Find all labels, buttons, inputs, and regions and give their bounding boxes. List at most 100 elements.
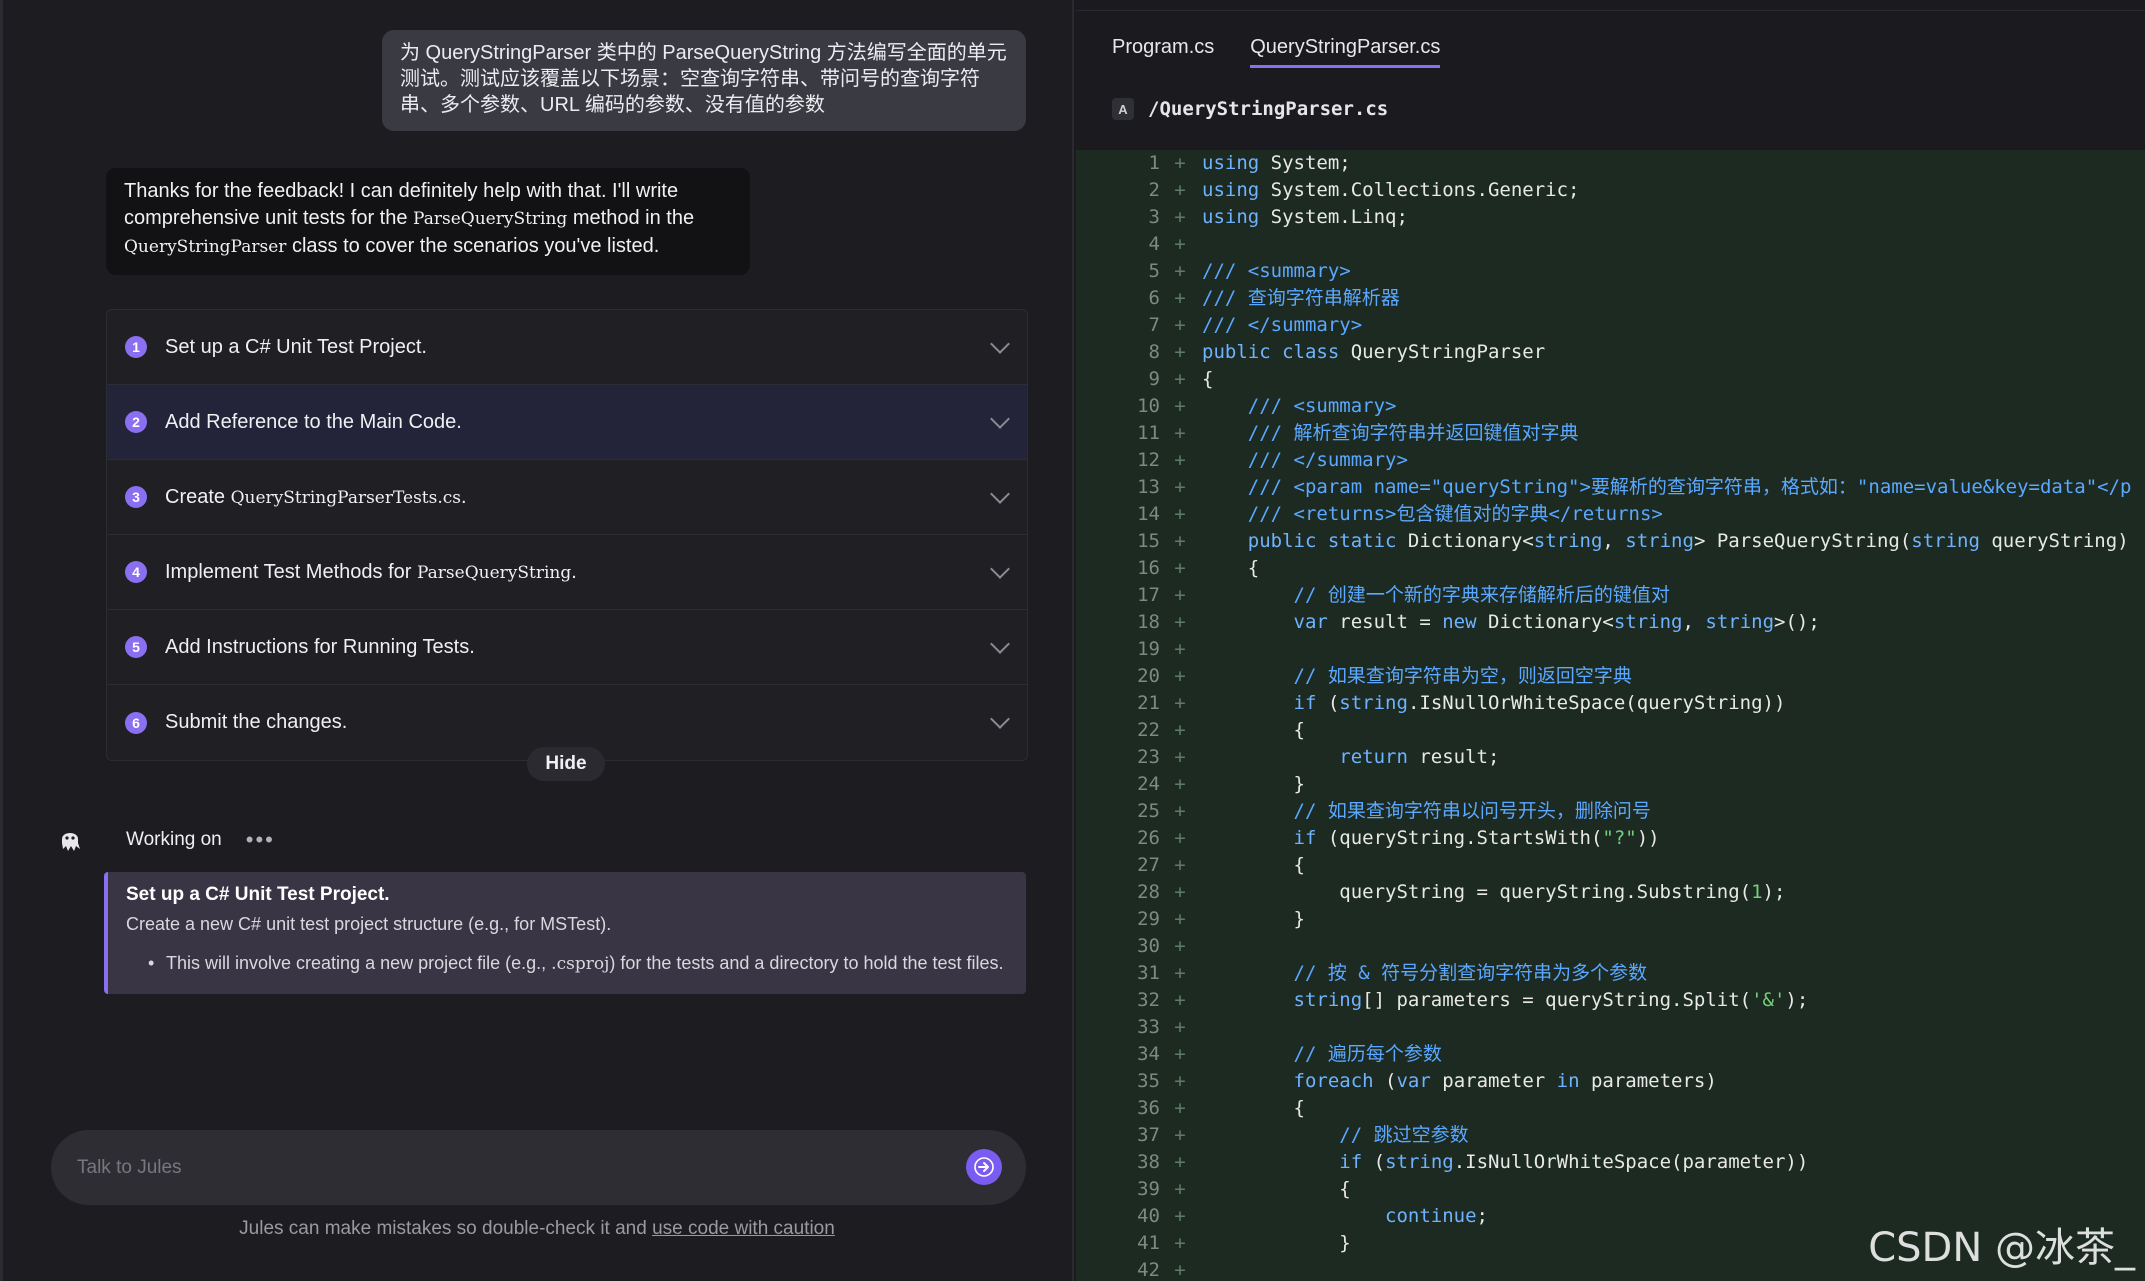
plan-step-5[interactable]: 5 Add Instructions for Running Tests. — [107, 610, 1027, 685]
added-line-marker: + — [1174, 152, 1186, 174]
plan-step-3[interactable]: 3 Create QueryStringParserTests.cs. — [107, 460, 1027, 535]
code-view[interactable]: 1 + using System; 2 + using System.Collection… — [1076, 150, 2145, 1281]
added-line-marker: + — [1174, 989, 1186, 1011]
code-text: { — [1202, 854, 1305, 876]
code-text: /// </summary> — [1202, 314, 1363, 336]
line-number: 16 — [1137, 557, 1160, 579]
hide-steps-button[interactable]: Hide — [527, 747, 605, 781]
added-line-marker: + — [1174, 854, 1186, 876]
chat-input-bar — [51, 1130, 1026, 1205]
line-number: 10 — [1137, 395, 1160, 417]
code-text: } — [1202, 1232, 1351, 1254]
added-line-marker: + — [1174, 368, 1186, 390]
added-line-marker: + — [1174, 800, 1186, 822]
added-line-marker: + — [1174, 773, 1186, 795]
code-text: { — [1202, 719, 1305, 741]
line-number: 23 — [1137, 746, 1160, 768]
code-text: { — [1202, 1097, 1305, 1119]
code-text: // 按 & 符号分割查询字符串为多个参数 — [1293, 962, 1648, 984]
added-line-marker: + — [1174, 449, 1186, 471]
chat-pane: 为 QueryStringParser 类中的 ParseQueryString… — [0, 0, 1074, 1281]
plan-step-1[interactable]: 1 Set up a C# Unit Test Project. — [107, 310, 1027, 385]
chevron-down-icon[interactable] — [990, 484, 1010, 504]
line-number: 1 — [1148, 152, 1160, 174]
chat-input[interactable] — [75, 1155, 959, 1180]
step-label: Add Instructions for Running Tests. — [165, 635, 475, 658]
line-number: 8 — [1148, 341, 1160, 363]
line-number: 24 — [1137, 773, 1160, 795]
code-text: using System.Linq; — [1202, 206, 1408, 228]
tab-program-cs[interactable]: Program.cs — [1112, 36, 1214, 68]
assistant-text-3: class to cover the scenarios you've list… — [286, 235, 660, 257]
added-line-marker: + — [1174, 341, 1186, 363]
send-button[interactable] — [966, 1149, 1002, 1185]
chevron-down-icon[interactable] — [990, 709, 1010, 729]
code-line: 14 + /// <returns>包含键值对的字典</returns> — [1076, 501, 2145, 528]
step-number: 3 — [125, 486, 147, 508]
working-status: Working on ••• — [56, 820, 275, 860]
caution-link[interactable]: use code with caution — [652, 1218, 835, 1239]
added-line-marker: + — [1174, 503, 1186, 525]
added-line-marker: + — [1174, 287, 1186, 309]
code-text: } — [1202, 908, 1305, 930]
code-text: { — [1202, 557, 1260, 579]
more-dots-icon[interactable]: ••• — [246, 827, 275, 853]
line-number: 17 — [1137, 584, 1160, 606]
step-number: 1 — [125, 336, 147, 358]
added-line-marker: + — [1174, 1232, 1186, 1254]
chevron-down-icon[interactable] — [990, 634, 1010, 654]
plan-step-2[interactable]: 2 Add Reference to the Main Code. — [107, 385, 1027, 460]
chevron-down-icon[interactable] — [990, 409, 1010, 429]
code-text: queryString = queryString.Substring(1); — [1202, 881, 1786, 903]
current-task-card: Set up a C# Unit Test Project. Create a … — [104, 872, 1026, 994]
added-line-marker: + — [1174, 692, 1186, 714]
line-number: 15 — [1137, 530, 1160, 552]
added-line-marker: + — [1174, 1070, 1186, 1092]
added-line-marker: + — [1174, 179, 1186, 201]
tab-querystringparser-cs[interactable]: QueryStringParser.cs — [1250, 36, 1441, 68]
added-line-marker: + — [1174, 746, 1186, 768]
added-line-marker: + — [1174, 206, 1186, 228]
added-line-marker: + — [1174, 530, 1186, 552]
code-text: { — [1202, 368, 1214, 390]
line-number: 9 — [1148, 368, 1160, 390]
code-text: { — [1202, 1178, 1351, 1200]
assistant-code-2: QueryStringParser — [124, 237, 287, 257]
code-line: 33 + — [1076, 1014, 2145, 1041]
added-line-marker: + — [1174, 1043, 1186, 1065]
code-line: 10 + /// <summary> — [1076, 393, 2145, 420]
line-number: 4 — [1148, 233, 1160, 255]
editor-pane: Program.cs QueryStringParser.cs A /Query… — [1076, 0, 2145, 1281]
line-number: 2 — [1148, 179, 1160, 201]
added-line-marker: + — [1174, 962, 1186, 984]
code-line: 35 + foreach (var parameter in parameters… — [1076, 1068, 2145, 1095]
plan-step-4[interactable]: 4 Implement Test Methods for ParseQueryS… — [107, 535, 1027, 610]
assistant-message: Thanks for the feedback! I can definitel… — [106, 168, 750, 275]
code-line: 22 + { — [1076, 717, 2145, 744]
code-line: 2 + using System.Collections.Generic; — [1076, 177, 2145, 204]
added-file-badge: A — [1112, 98, 1134, 120]
added-line-marker: + — [1174, 260, 1186, 282]
code-line: 29 + } — [1076, 906, 2145, 933]
working-label: Working on — [126, 829, 222, 850]
code-text: // 如果查询字符串以问号开头，删除问号 — [1293, 800, 1651, 822]
code-line: 34 + // 遍历每个参数 — [1076, 1041, 2145, 1068]
code-text: } — [1202, 773, 1305, 795]
line-number: 7 — [1148, 314, 1160, 336]
added-line-marker: + — [1174, 557, 1186, 579]
code-line: 16 + { — [1076, 555, 2145, 582]
added-line-marker: + — [1174, 1205, 1186, 1227]
user-message: 为 QueryStringParser 类中的 ParseQueryString… — [382, 30, 1026, 131]
code-text: /// <summary> — [1247, 395, 1397, 417]
code-text: /// <summary> — [1202, 260, 1351, 282]
chevron-down-icon[interactable] — [990, 334, 1010, 354]
code-line: 6 + /// 查询字符串解析器 — [1076, 285, 2145, 312]
jules-octopus-icon — [62, 833, 80, 851]
assistant-text-2: method in the — [567, 207, 695, 229]
code-line: 26 + if (queryString.StartsWith("?")) — [1076, 825, 2145, 852]
line-number: 41 — [1137, 1232, 1160, 1254]
chevron-down-icon[interactable] — [990, 559, 1010, 579]
added-line-marker: + — [1174, 1151, 1186, 1173]
